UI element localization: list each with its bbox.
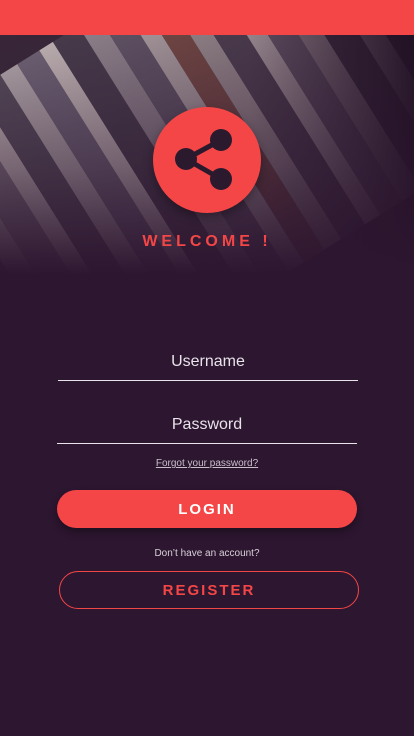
status-bar	[0, 0, 414, 35]
no-account-text: Don’t have an account?	[154, 548, 260, 559]
password-field[interactable]	[57, 407, 357, 444]
welcome-heading: WELCOME !	[142, 233, 272, 250]
login-button[interactable]: LOGIN	[57, 490, 357, 528]
username-field[interactable]	[58, 344, 358, 381]
share-icon	[175, 129, 232, 190]
logo	[153, 107, 261, 213]
register-button[interactable]: REGISTER	[59, 571, 359, 609]
forgot-password-link[interactable]: Forgot your password?	[0, 458, 414, 469]
